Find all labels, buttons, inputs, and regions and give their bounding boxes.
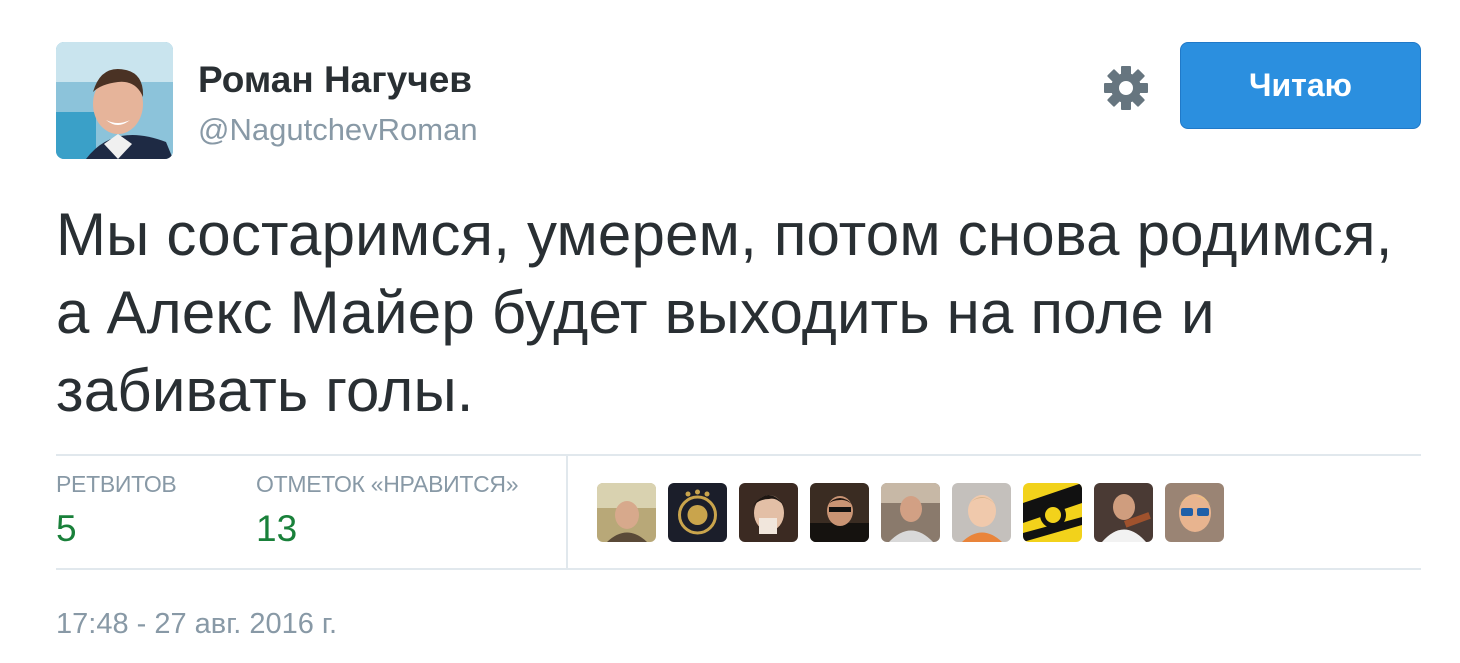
author-avatar[interactable]: [56, 42, 173, 159]
stats-bottom-divider: [56, 568, 1421, 570]
tweet-text: Мы состаримся, умерем, потом снова родим…: [56, 201, 1393, 424]
liker-avatar[interactable]: [881, 483, 940, 542]
stats-vertical-divider: [566, 456, 568, 568]
retweets-label: РЕТВИТОВ: [56, 471, 177, 497]
liker-avatar[interactable]: [810, 483, 869, 542]
retweets-stat[interactable]: РЕТВИТОВ 5: [56, 470, 177, 550]
likes-stat[interactable]: ОТМЕТОК «НРАВИТСЯ» 13: [256, 470, 519, 550]
gear-icon[interactable]: [1103, 65, 1149, 111]
liker-avatar[interactable]: [1165, 483, 1224, 542]
liker-avatar[interactable]: [1023, 483, 1082, 542]
tweet-timestamp[interactable]: 17:48 - 27 авг. 2016 г.: [56, 607, 337, 641]
following-button[interactable]: Читаю: [1180, 42, 1421, 129]
retweets-count: 5: [56, 508, 77, 549]
liker-avatar[interactable]: [739, 483, 798, 542]
author-handle[interactable]: @NagutchevRoman: [198, 112, 478, 148]
liker-avatar[interactable]: [952, 483, 1011, 542]
likes-label: ОТМЕТОК «НРАВИТСЯ»: [256, 471, 519, 497]
liker-avatar[interactable]: [597, 483, 656, 542]
author-display-name[interactable]: Роман Нагучев: [198, 60, 472, 100]
likes-count: 13: [256, 508, 298, 549]
liker-avatar[interactable]: [668, 483, 727, 542]
liker-avatar[interactable]: [1094, 483, 1153, 542]
stats-top-divider: [56, 454, 1421, 456]
liker-avatars: [597, 483, 1236, 542]
